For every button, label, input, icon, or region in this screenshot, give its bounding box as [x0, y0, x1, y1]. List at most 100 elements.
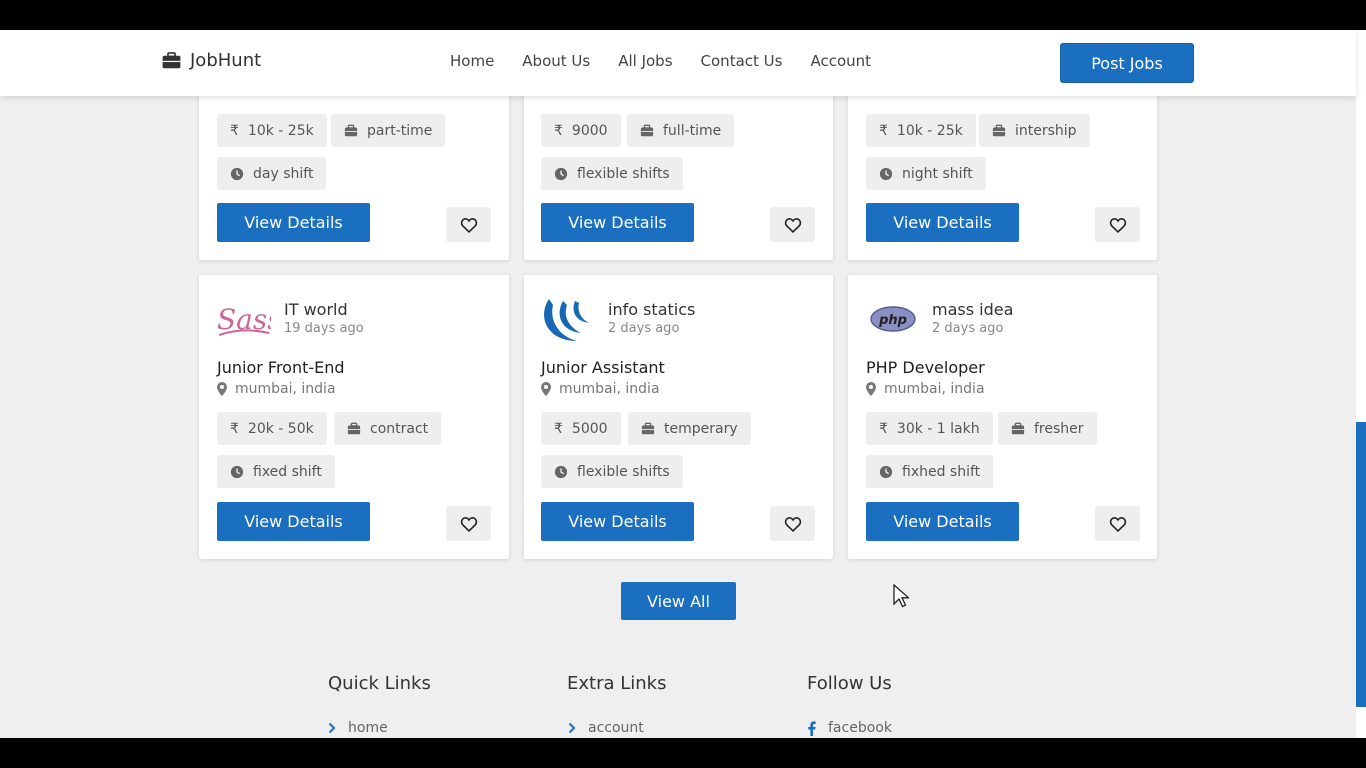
main-nav: Home About Us All Jobs Contact Us Accoun… [450, 52, 871, 70]
clock-icon [230, 465, 244, 478]
jquery-logo [544, 299, 589, 341]
salary-tag: ₹ 10k - 25k [217, 114, 327, 147]
briefcase-icon [641, 422, 655, 434]
briefcase-icon [992, 124, 1006, 136]
map-pin-icon [541, 382, 551, 396]
follow-us-heading: Follow Us [807, 673, 892, 694]
salary-tag: ₹ 10k - 25k [866, 114, 976, 147]
job-location: mumbai, india [541, 381, 660, 397]
job-type-tag: part-time [331, 114, 446, 147]
favorite-button[interactable] [770, 506, 815, 541]
shift-tag: flexible shifts [541, 157, 683, 190]
posted-time: 19 days ago [284, 321, 364, 336]
nav-all-jobs[interactable]: All Jobs [618, 52, 672, 70]
job-type-tag: intership [979, 114, 1090, 147]
top-navbar: JobHunt Home About Us All Jobs Contact U… [0, 30, 1356, 96]
favorite-button[interactable] [446, 207, 491, 242]
job-type-tag: contract [334, 412, 442, 445]
scrollbar-thumb[interactable] [1356, 422, 1366, 707]
job-location: mumbai, india [866, 381, 985, 397]
job-card: info statics 2 days ago Junior Assistant… [524, 275, 833, 559]
view-details-button[interactable]: View Details [541, 502, 694, 541]
job-card: php mass idea 2 days ago PHP Developer m… [848, 275, 1157, 559]
extra-links-heading: Extra Links [567, 673, 667, 694]
brand-logo[interactable]: JobHunt [162, 50, 261, 71]
favorite-button[interactable] [1095, 207, 1140, 242]
job-type-tag: full-time [627, 114, 735, 147]
heart-icon [1109, 217, 1126, 233]
posted-time: 2 days ago [932, 321, 1004, 336]
salary-tag: ₹ 9000 [541, 114, 621, 147]
heart-icon [1109, 516, 1126, 532]
rupee-icon: ₹ [230, 420, 239, 437]
rupee-icon: ₹ [879, 420, 888, 437]
footer-link-home[interactable]: home [328, 720, 388, 736]
nav-home[interactable]: Home [450, 52, 494, 70]
salary-tag: ₹ 20k - 50k [217, 412, 327, 445]
heart-icon [784, 516, 801, 532]
view-details-button[interactable]: View Details [217, 203, 370, 242]
favorite-button[interactable] [446, 506, 491, 541]
job-card: ₹ 10k - 25k intership night shift View D… [848, 70, 1157, 260]
heart-icon [460, 516, 477, 532]
shift-tag: fixed shift [217, 455, 335, 488]
map-pin-icon [866, 382, 876, 396]
job-title: Junior Front-End [217, 358, 345, 377]
job-title: Junior Assistant [541, 358, 665, 377]
rupee-icon: ₹ [230, 122, 239, 139]
facebook-icon [808, 720, 816, 736]
shift-tag: day shift [217, 157, 327, 190]
briefcase-icon [162, 52, 181, 69]
chevron-right-icon [328, 722, 336, 734]
nav-contact-us[interactable]: Contact Us [701, 52, 783, 70]
job-card: ₹ 10k - 25k part-time day shift View Det… [199, 70, 509, 260]
favorite-button[interactable] [1095, 506, 1140, 541]
clock-icon [879, 167, 893, 180]
rupee-icon: ₹ [879, 122, 888, 139]
rupee-icon: ₹ [554, 420, 563, 437]
job-card: Sass IT world 19 days ago Junior Front-E… [199, 275, 509, 559]
company-name: IT world [284, 300, 348, 319]
briefcase-icon [347, 422, 361, 434]
clock-icon [879, 465, 893, 478]
nav-about-us[interactable]: About Us [522, 52, 590, 70]
company-name: mass idea [932, 300, 1014, 319]
footer-link-facebook[interactable]: facebook [807, 720, 892, 736]
job-title: PHP Developer [866, 358, 985, 377]
view-details-button[interactable]: View Details [541, 203, 694, 242]
shift-tag: night shift [866, 157, 986, 190]
svg-text:php: php [878, 313, 907, 328]
scrollbar-track[interactable] [1356, 30, 1366, 738]
job-type-tag: temperary [628, 412, 751, 445]
chevron-right-icon [568, 722, 576, 734]
job-location: mumbai, india [217, 381, 336, 397]
company-name: info statics [608, 300, 696, 319]
salary-tag: ₹ 5000 [541, 412, 621, 445]
view-details-button[interactable]: View Details [866, 502, 1019, 541]
quick-links-heading: Quick Links [328, 673, 431, 694]
posted-time: 2 days ago [608, 321, 680, 336]
sass-logo: Sass [217, 303, 271, 336]
job-card: ₹ 9000 full-time flexible shifts View De… [524, 70, 833, 260]
nav-account[interactable]: Account [810, 52, 871, 70]
mouse-cursor-icon [893, 584, 909, 608]
shift-tag: flexible shifts [541, 455, 683, 488]
view-details-button[interactable]: View Details [866, 203, 1019, 242]
map-pin-icon [217, 382, 227, 396]
favorite-button[interactable] [770, 207, 815, 242]
php-logo: php [870, 306, 916, 332]
shift-tag: fixhed shift [866, 455, 994, 488]
salary-tag: ₹ 30k - 1 lakh [866, 412, 993, 445]
footer-link-account[interactable]: account [568, 720, 644, 736]
rupee-icon: ₹ [554, 122, 563, 139]
briefcase-icon [1011, 422, 1025, 434]
view-details-button[interactable]: View Details [217, 502, 370, 541]
job-type-tag: fresher [998, 412, 1097, 445]
page-viewport: ₹ 10k - 25k part-time day shift View Det… [0, 30, 1366, 738]
view-all-button[interactable]: View All [621, 582, 736, 620]
briefcase-icon [640, 124, 654, 136]
clock-icon [554, 465, 568, 478]
clock-icon [230, 167, 244, 180]
clock-icon [554, 167, 568, 180]
post-jobs-button[interactable]: Post Jobs [1060, 43, 1194, 83]
